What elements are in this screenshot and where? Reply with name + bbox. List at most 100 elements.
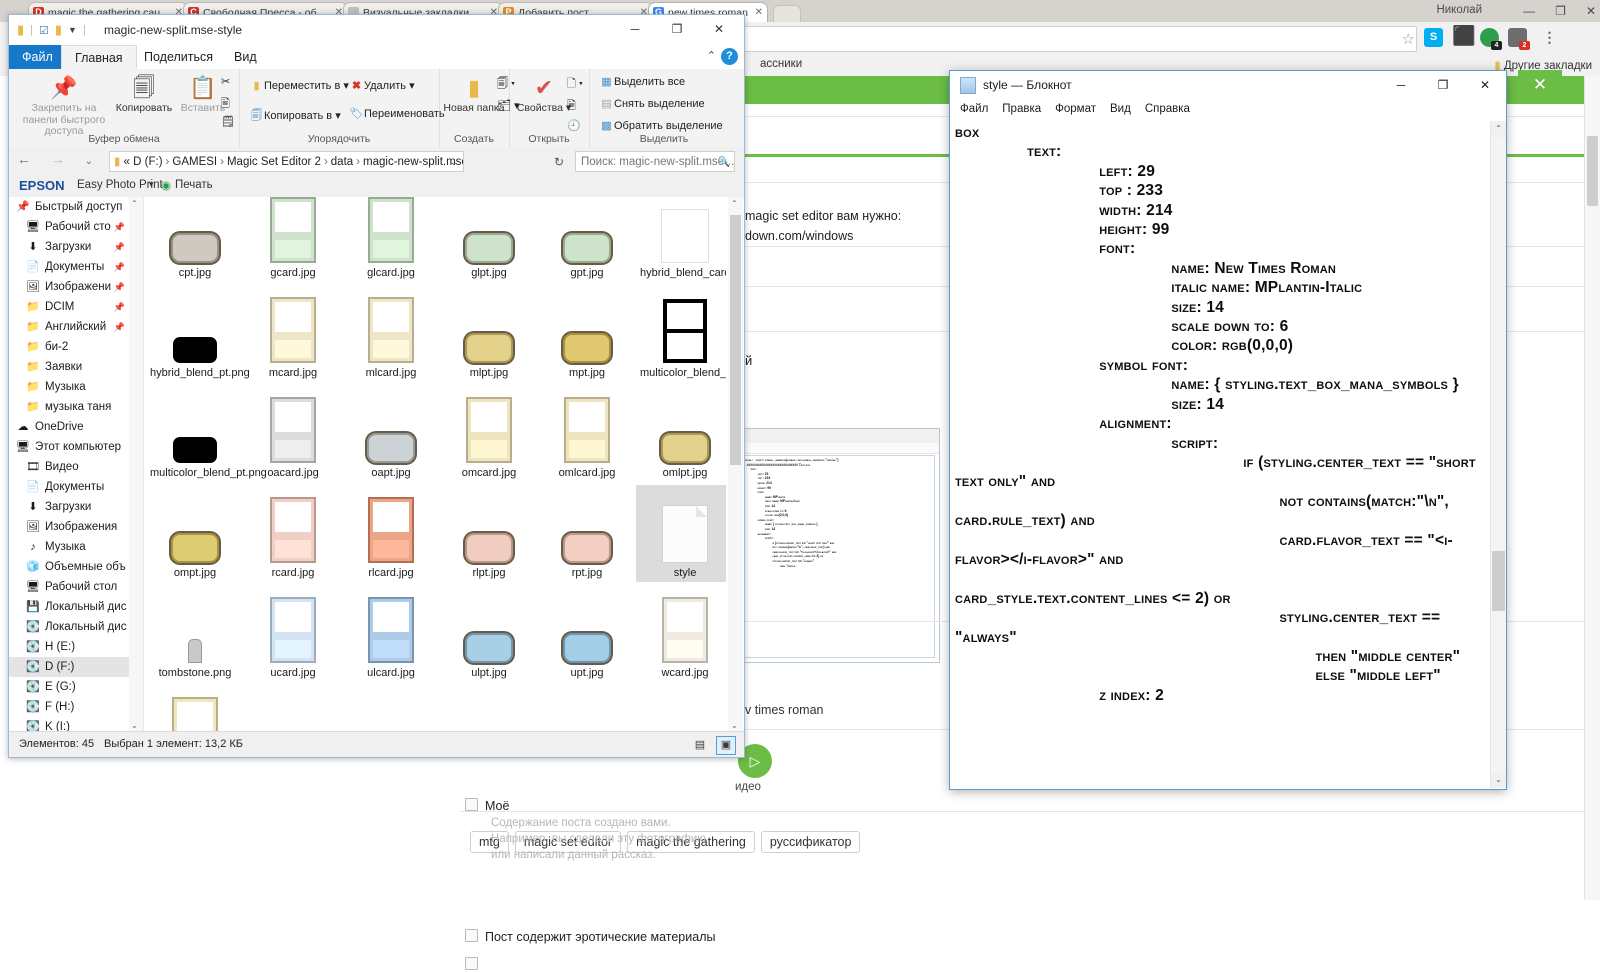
details-view-button[interactable]: ▤: [690, 736, 710, 755]
file-item[interactable]: mlcard.jpg: [342, 285, 440, 382]
search-input[interactable]: Поиск: magic-new-split.mse-... 🔍: [575, 151, 735, 172]
paste-shortcut-icon[interactable]: 🗒: [221, 115, 235, 128]
tag-item[interactable]: руссификатор: [760, 831, 861, 853]
embedded-screenshot-thumbnail[interactable]: special: script: symbol_variation(symbol…: [735, 428, 940, 663]
nav-item-26[interactable]: 💽 K (I:): [9, 717, 129, 732]
checkbox-mine[interactable]: [465, 798, 478, 811]
ribbon-tab-share[interactable]: Поделиться: [131, 45, 226, 69]
nav-pane-scrollbar[interactable]: ⌃ ⌄: [129, 197, 144, 732]
pin-to-quick-access-button[interactable]: 📌 Закрепить на панели быстрого доступа: [21, 73, 107, 138]
back-icon[interactable]: ←: [17, 151, 39, 167]
rename-button[interactable]: 🏷Переименовать: [349, 107, 445, 120]
file-item[interactable]: hybrid_blend_card.png: [636, 197, 726, 282]
breadcrumb-item[interactable]: GAMESI: [172, 156, 217, 168]
file-item[interactable]: mcard.jpg: [244, 285, 342, 382]
menu-view[interactable]: Вид: [1110, 103, 1131, 115]
breadcrumb-item[interactable]: D (F:): [133, 156, 162, 168]
nav-item-13[interactable]: 🎞 Видео: [9, 457, 129, 477]
nav-item-0[interactable]: 📌 Быстрый доступ: [9, 197, 129, 217]
nav-item-2[interactable]: ⬇ Загрузки 📌: [9, 237, 129, 257]
notepad-maximize-button[interactable]: ❐: [1422, 71, 1464, 99]
copy-to-button[interactable]: 🗐 Копировать в ▾: [249, 107, 341, 126]
new-folder-button[interactable]: ▮ Новая папка: [443, 73, 505, 115]
file-item[interactable]: ompt.jpg: [146, 485, 244, 582]
bookmark-odnoklassniki[interactable]: ассники: [760, 58, 802, 70]
file-item[interactable]: ulcard.jpg: [342, 585, 440, 682]
select-all-button[interactable]: ▦ Выделить все: [599, 75, 685, 88]
explorer-maximize-button[interactable]: ❐: [656, 15, 698, 44]
nav-item-20[interactable]: 💾 Локальный дис: [9, 597, 129, 617]
file-item[interactable]: oapt.jpg: [342, 385, 440, 482]
file-item[interactable]: mpt.jpg: [538, 285, 636, 382]
file-item[interactable]: multicolor_blend_pt.png: [146, 385, 267, 482]
properties-icon[interactable]: ☑: [39, 24, 49, 37]
file-item[interactable]: wlpt.jpg: [244, 685, 342, 732]
nav-item-8[interactable]: 📁 Заявки: [9, 357, 129, 377]
nav-item-12[interactable]: 🖥 Этот компьютер: [9, 437, 129, 457]
file-item[interactable]: gcard.jpg: [244, 197, 342, 282]
file-item[interactable]: rlcard.jpg: [342, 485, 440, 582]
nav-scroll-down-icon[interactable]: ⌄: [131, 721, 138, 730]
file-item[interactable]: omlcard.jpg: [538, 385, 636, 482]
explorer-minimize-button[interactable]: ─: [614, 15, 656, 44]
print-button[interactable]: Печать: [175, 179, 213, 191]
search-icon[interactable]: 🔍: [718, 152, 730, 171]
breadcrumb[interactable]: ▮ « D (F:) › GAMESI › Magic Set Editor 2 › dat…: [109, 151, 464, 172]
easy-photo-print-caret-icon[interactable]: ▾: [149, 179, 154, 190]
file-item[interactable]: tombstone.png: [146, 585, 244, 682]
bookmark-extension-icon[interactable]: ⬛: [1452, 27, 1476, 47]
file-item[interactable]: omlpt.jpg: [636, 385, 726, 482]
notepad-text-area[interactable]: box text: left: 29 top : 233 width: 214 …: [951, 121, 1490, 788]
properties-button[interactable]: ✔ Свойства ▾: [513, 73, 575, 115]
nav-item-6[interactable]: 📁 Английский 📌: [9, 317, 129, 337]
nav-item-23[interactable]: 💽 D (F:): [9, 657, 129, 677]
downloads-extension-icon[interactable]: 2: [1508, 28, 1530, 50]
checkbox-extra[interactable]: [465, 957, 478, 970]
breadcrumb-item[interactable]: data: [331, 156, 353, 168]
nav-item-11[interactable]: ☁ OneDrive: [9, 417, 129, 437]
invert-selection-button[interactable]: ▩ Обратить выделение: [599, 119, 722, 132]
page-scrollbar[interactable]: [1584, 76, 1600, 900]
browser-maximize-button[interactable]: ❐: [1555, 4, 1566, 18]
file-item[interactable]: glpt.jpg: [440, 197, 538, 282]
select-none-button[interactable]: ▤ Снять выделение: [599, 97, 704, 110]
nav-item-19[interactable]: 🖥 Рабочий стол: [9, 577, 129, 597]
nav-item-16[interactable]: 🖼 Изображения: [9, 517, 129, 537]
file-item[interactable]: omcard.jpg: [440, 385, 538, 482]
menu-edit[interactable]: Правка: [1002, 103, 1041, 115]
nav-item-1[interactable]: 🖥 Рабочий сто 📌: [9, 217, 129, 237]
pin-icon[interactable]: 📌: [114, 297, 129, 317]
notepad-scrollbar[interactable]: ⌃ ⌄: [1490, 121, 1506, 788]
folder-icon[interactable]: ▮: [17, 22, 24, 38]
nav-item-22[interactable]: 💽 H (E:): [9, 637, 129, 657]
file-item[interactable]: cpt.jpg: [146, 197, 244, 282]
pin-icon[interactable]: 📌: [114, 237, 129, 257]
copy-button[interactable]: 🗐 Копировать: [113, 73, 175, 115]
file-item[interactable]: gpt.jpg: [538, 197, 636, 282]
bookmark-star-icon[interactable]: ☆: [1402, 30, 1415, 48]
ribbon-tab-file[interactable]: Файл: [9, 45, 66, 69]
new-folder-icon[interactable]: ▮: [55, 22, 62, 38]
file-item[interactable]: rlpt.jpg: [440, 485, 538, 582]
file-item[interactable]: rpt.jpg: [538, 485, 636, 582]
refresh-icon[interactable]: ↻: [554, 155, 564, 169]
checkbox-erotic[interactable]: [465, 929, 478, 942]
explorer-close-button[interactable]: ✕: [698, 15, 740, 44]
notepad-close-button[interactable]: ✕: [1464, 71, 1506, 99]
checkbox-row-extra[interactable]: [465, 957, 485, 972]
notepad-minimize-button[interactable]: ─: [1380, 71, 1422, 99]
breadcrumb-dropdown-icon[interactable]: ⌄: [450, 152, 458, 171]
file-item[interactable]: upt.jpg: [538, 585, 636, 682]
pin-icon[interactable]: 📌: [114, 257, 129, 277]
cut-icon[interactable]: ✂: [221, 75, 230, 88]
file-item[interactable]: wlcard.jpg: [146, 685, 244, 732]
file-item[interactable]: rcard.jpg: [244, 485, 342, 582]
browser-menu-icon[interactable]: ⋮: [1540, 28, 1559, 47]
file-item[interactable]: hybrid_blend_pt.png: [146, 285, 250, 382]
file-item[interactable]: wcard.jpg: [636, 585, 726, 682]
nav-scroll-up-icon[interactable]: ⌃: [131, 199, 138, 208]
open-with-icon[interactable]: 🗋 ▾: [567, 75, 583, 94]
history-icon[interactable]: 🕘: [567, 119, 581, 132]
grid-scroll-down-icon[interactable]: ⌄: [731, 721, 738, 730]
translate-extension-icon[interactable]: 4: [1480, 28, 1502, 50]
